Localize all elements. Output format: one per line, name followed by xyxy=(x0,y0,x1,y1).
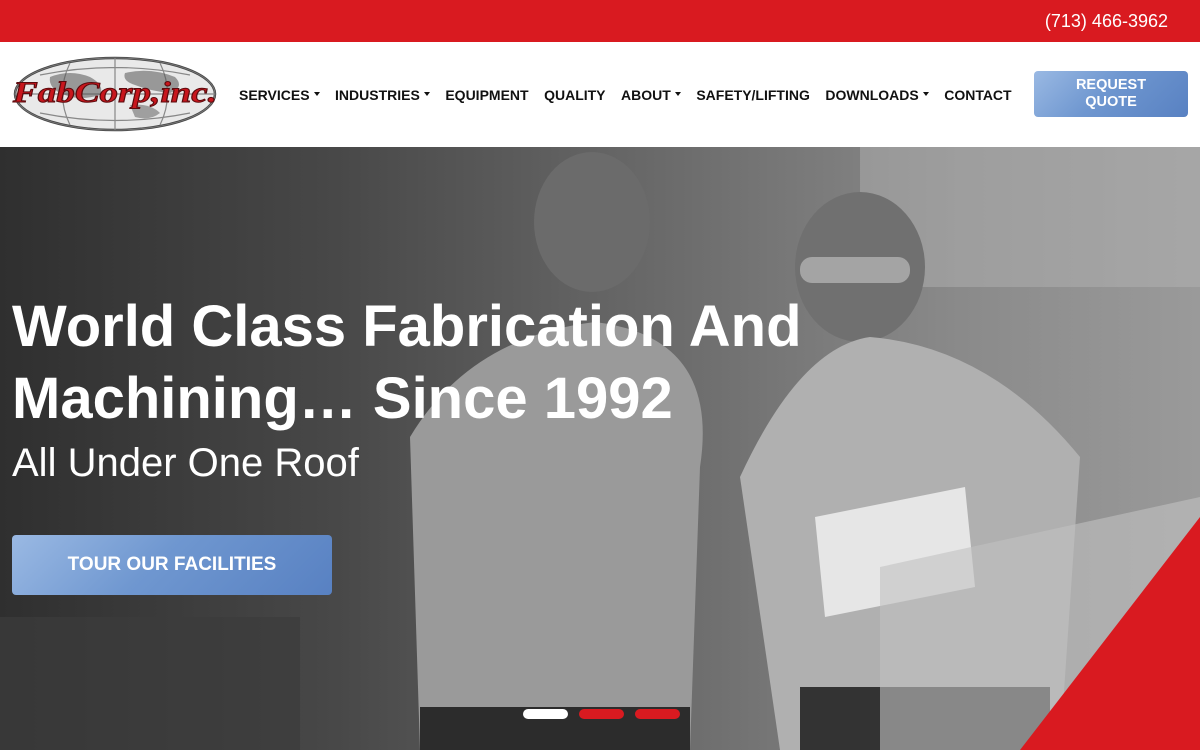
top-bar: (713) 466-3962 xyxy=(0,0,1200,42)
nav-safety-lifting[interactable]: SAFETY/LIFTING xyxy=(696,87,810,103)
nav-equipment-label: EQUIPMENT xyxy=(445,86,529,103)
hero-subtitle: All Under One Roof xyxy=(12,441,359,485)
dropdown-caret-icon xyxy=(423,91,430,96)
phone-link[interactable]: (713) 466-3962 xyxy=(1045,11,1168,32)
nav-industries-label: INDUSTRIES xyxy=(335,86,420,103)
carousel-indicator-1[interactable] xyxy=(523,709,568,719)
logo-wordmark: FabCorp,inc. xyxy=(12,76,217,109)
nav-safety-lifting-label: SAFETY/LIFTING xyxy=(696,86,810,103)
nav-downloads[interactable]: DOWNLOADS xyxy=(825,86,929,103)
carousel-indicator-3[interactable] xyxy=(635,709,680,719)
red-corner-accent xyxy=(1020,517,1200,750)
hero-banner: World Class Fabrication And Machining… S… xyxy=(0,147,1200,750)
hero-headline: World Class Fabrication And Machining… S… xyxy=(12,291,912,435)
hero-headline-line1: World Class Fabrication And xyxy=(12,294,802,359)
hero-headline-line2: Machining… Since 1992 xyxy=(12,366,673,431)
nav-quality-label: QUALITY xyxy=(544,86,606,103)
nav-contact-label: CONTACT xyxy=(944,86,1012,103)
dropdown-caret-icon xyxy=(922,91,929,96)
nav-equipment[interactable]: EQUIPMENT xyxy=(445,87,528,103)
carousel-indicator-2[interactable] xyxy=(579,709,624,719)
request-quote-button[interactable]: REQUEST QUOTE xyxy=(1034,71,1188,117)
nav-industries[interactable]: INDUSTRIES xyxy=(335,87,430,103)
request-quote-line2: QUOTE xyxy=(1085,94,1137,110)
site-header: FabCorp,inc. SERVICES INDUSTRIES EQUIPME… xyxy=(0,42,1200,147)
dropdown-caret-icon xyxy=(313,91,320,96)
main-nav: SERVICES INDUSTRIES EQUIPMENT QUALITY AB… xyxy=(239,42,1027,147)
fabcorp-logo[interactable]: FabCorp,inc. xyxy=(10,55,220,133)
nav-downloads-label: DOWNLOADS xyxy=(825,86,919,103)
tour-facilities-button[interactable]: TOUR OUR FACILITIES xyxy=(12,535,332,595)
dropdown-caret-icon xyxy=(674,91,681,96)
nav-quality[interactable]: QUALITY xyxy=(544,87,605,103)
request-quote-line1: REQUEST xyxy=(1075,77,1147,93)
nav-about[interactable]: ABOUT xyxy=(621,87,681,103)
carousel-indicators xyxy=(523,709,680,719)
nav-services-label: SERVICES xyxy=(239,86,310,103)
nav-about-label: ABOUT xyxy=(621,86,671,103)
nav-services[interactable]: SERVICES xyxy=(239,87,320,103)
nav-contact[interactable]: CONTACT xyxy=(944,87,1011,103)
